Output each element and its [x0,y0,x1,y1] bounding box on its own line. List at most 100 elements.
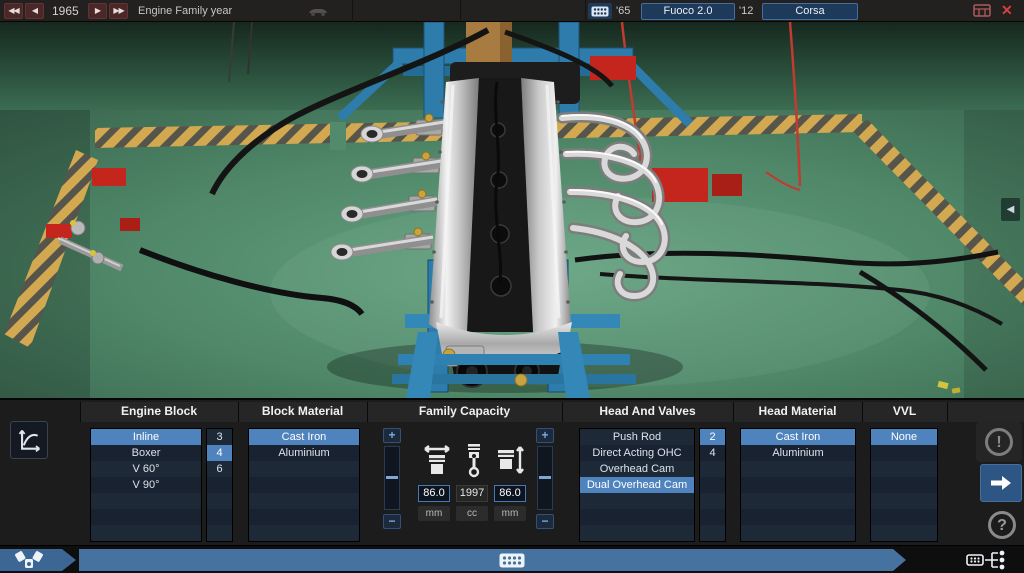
warning-icon: ! [985,428,1013,456]
list-item[interactable]: Push Rod [580,429,694,445]
list-item-empty [91,493,201,509]
step-back-icon[interactable]: ◀ [25,3,44,19]
capacity-value: 1997 [456,485,488,502]
piston-icon [463,442,485,478]
list-item-empty [249,477,359,493]
list-item-empty [871,461,937,477]
test-room-scene [0,22,1024,398]
stroke-decrease-button[interactable]: − [536,514,554,529]
family-name-button[interactable]: Fuoco 2.0 [641,3,735,20]
dyno-graph-button[interactable] [10,421,48,459]
help-button[interactable]: ? [982,507,1022,543]
list-item[interactable]: Cast Iron [741,429,855,445]
capacity-unit: cc [456,506,488,521]
list-item[interactable]: Cast Iron [249,429,359,445]
list-item-empty [249,509,359,525]
list-item-empty [700,509,725,525]
stroke-increase-button[interactable]: + [536,428,554,443]
list-item[interactable]: None [871,429,937,445]
stroke-slider-handle[interactable] [539,476,551,479]
head-material-list: Cast Iron Aluminium [740,428,856,542]
list-item-empty [871,477,937,493]
list-item-empty [207,477,232,493]
section-title-family-capacity: Family Capacity [367,404,562,420]
engine-family-tab[interactable] [0,549,76,571]
markets-icon[interactable] [973,4,991,17]
list-item-empty [700,477,725,493]
list-item-empty [871,493,937,509]
list-item-empty [700,461,725,477]
list-item-empty [871,525,937,541]
list-item-empty [580,525,694,541]
cylinder-count-list: 3 4 6 [206,428,233,542]
warning-button[interactable]: ! [976,422,1022,462]
list-item-empty [249,525,359,541]
list-item[interactable]: Overhead Cam [580,461,694,477]
list-item-empty [871,445,937,461]
rewind-icon[interactable]: ◀◀ [4,3,23,19]
list-item[interactable]: Aluminium [249,445,359,461]
list-item-empty [207,509,232,525]
list-item-empty [580,493,694,509]
stroke-unit: mm [494,506,526,521]
bottom-progress-bar [0,545,1024,573]
valve-count-list: 2 4 [699,428,726,542]
list-item[interactable]: 4 [207,445,232,461]
section-title-vvl: VVL [862,404,947,420]
list-item-empty [249,461,359,477]
list-item[interactable]: 4 [700,445,725,461]
bore-value-field[interactable]: 86.0 [418,485,450,502]
next-step-button[interactable] [980,464,1022,502]
bore-icon [422,444,452,478]
list-item[interactable]: V 90° [91,477,201,493]
top-bar: ◀◀ ◀ 1965 ▶ ▶▶ Engine Family year '65 Fu… [0,0,1024,22]
section-title-engine-block: Engine Block [80,404,238,420]
collapse-panel-icon[interactable]: ◀ [1001,198,1020,221]
list-item-empty [580,509,694,525]
stroke-slider-track[interactable] [537,446,553,510]
list-item[interactable]: Boxer [91,445,201,461]
variant-name-button[interactable]: Corsa [762,3,858,20]
list-item[interactable]: 2 [700,429,725,445]
divider [460,0,461,22]
help-icon: ? [988,511,1016,539]
engine-viewport: ◀ [0,22,1024,398]
list-item[interactable]: Inline [91,429,201,445]
list-item[interactable]: Direct Acting OHC [580,445,694,461]
engine-icon [588,3,612,19]
list-item-empty [700,493,725,509]
list-item[interactable]: 6 [207,461,232,477]
engine-family-tree-icon[interactable] [966,550,1012,573]
list-item-empty [741,525,855,541]
list-item[interactable]: Dual Overhead Cam [580,477,694,493]
list-item-empty [91,525,201,541]
list-item-empty [700,525,725,541]
bore-increase-button[interactable]: + [383,428,401,443]
bore-slider-handle[interactable] [386,476,398,479]
list-item-empty [207,493,232,509]
section-title-head-valves: Head And Valves [562,404,733,420]
block-material-list: Cast Iron Aluminium [248,428,360,542]
car-icon [306,5,330,17]
bore-slider-track[interactable] [384,446,400,510]
stroke-icon [496,444,526,478]
list-item[interactable]: V 60° [91,461,201,477]
year-value: 1965 [52,4,79,18]
step-forward-icon[interactable]: ▶ [88,3,107,19]
section-title-block-material: Block Material [238,404,367,420]
list-item[interactable]: Aluminium [741,445,855,461]
vvl-list: None [870,428,938,542]
list-item-empty [249,493,359,509]
progress-bar-fill[interactable] [79,549,906,571]
engine-family-panel: Engine Block Block Material Family Capac… [0,398,1024,545]
divider [352,0,353,22]
graph-icon [16,427,42,453]
stroke-value-field[interactable]: 86.0 [494,485,526,502]
close-icon[interactable]: ✕ [1001,2,1013,19]
bore-decrease-button[interactable]: − [383,514,401,529]
list-item-empty [207,525,232,541]
fast-forward-icon[interactable]: ▶▶ [109,3,128,19]
list-item[interactable]: 3 [207,429,232,445]
list-item-empty [91,509,201,525]
list-item-empty [741,461,855,477]
